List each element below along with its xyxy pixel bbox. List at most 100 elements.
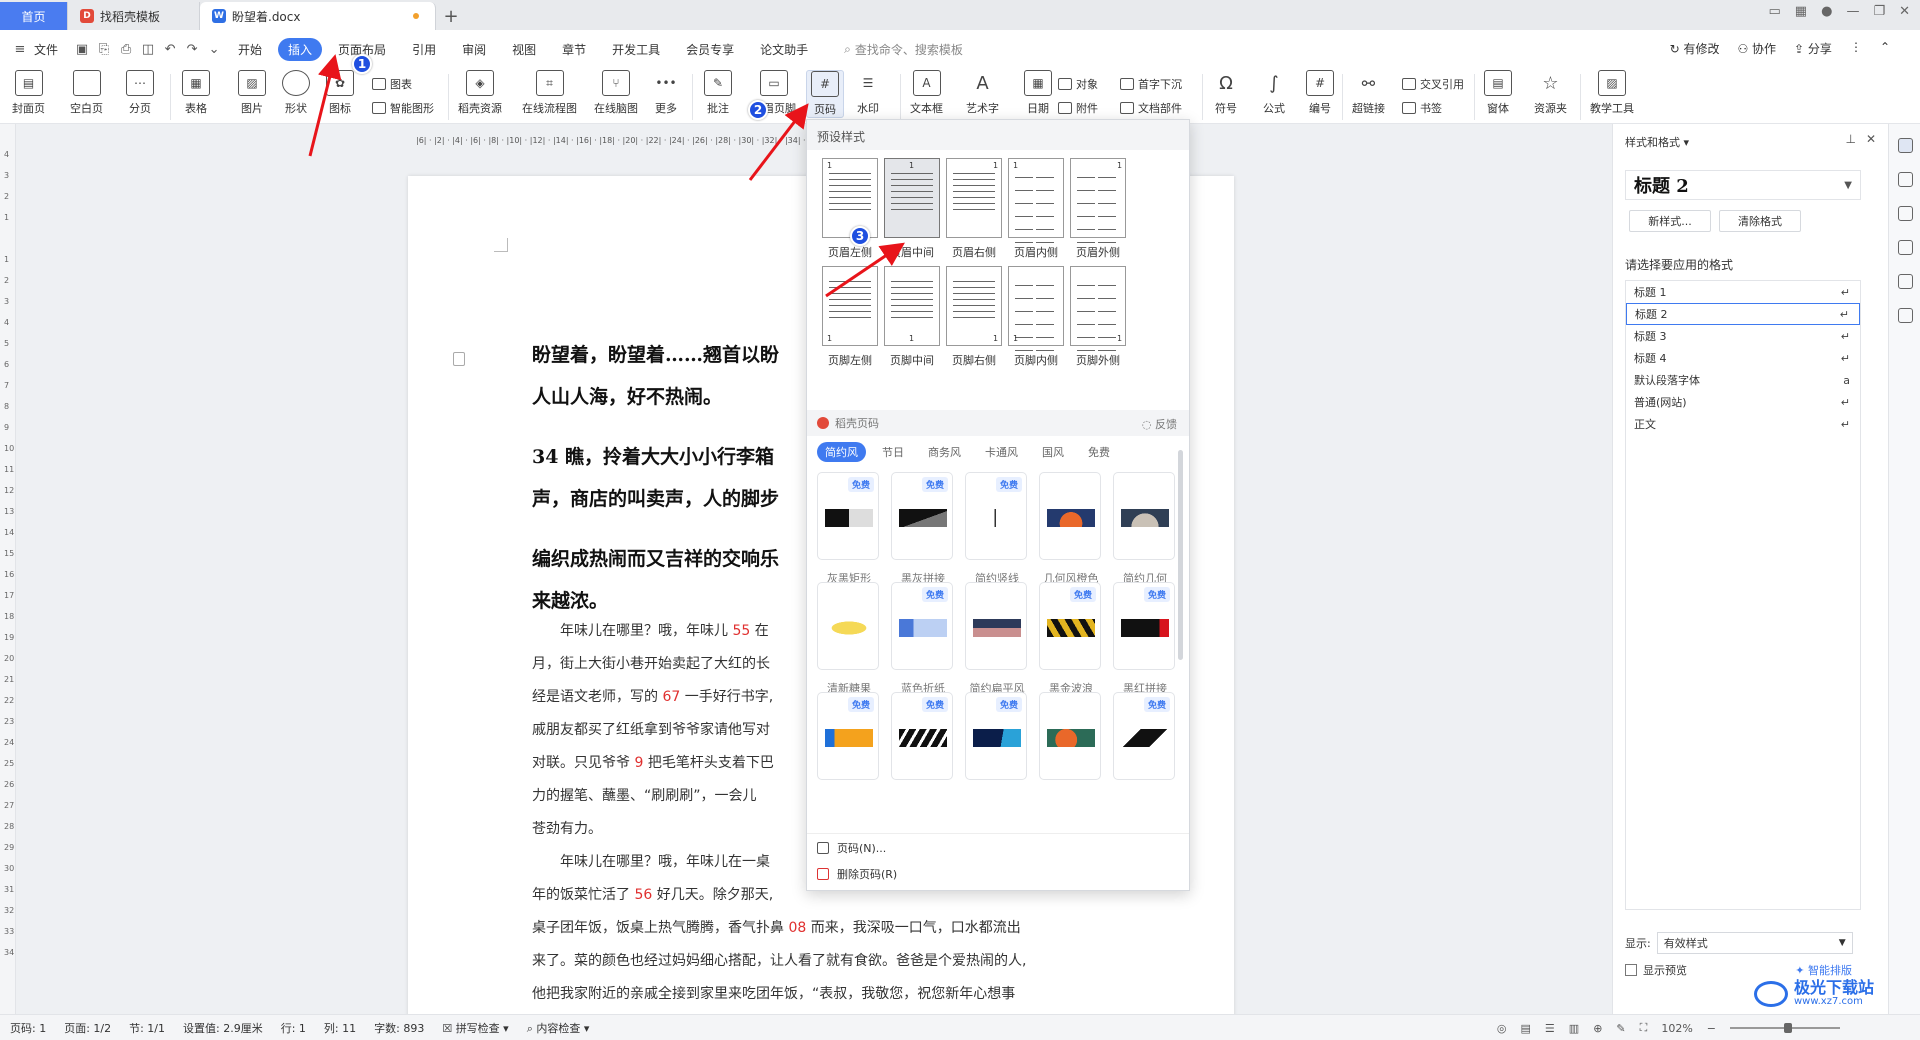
styles-pane-title[interactable]: 样式和格式 ▾ xyxy=(1625,134,1689,150)
menu-member[interactable]: 会员专享 xyxy=(676,38,744,61)
select-cursor-icon[interactable] xyxy=(1898,172,1913,187)
online-mindmap-button[interactable]: ⑂ 在线脑图 xyxy=(594,70,638,116)
category-tab[interactable]: 简约风 xyxy=(817,442,866,462)
symbol-button[interactable]: Ω 符号 xyxy=(1212,70,1240,116)
show-filter-select[interactable]: 有效样式 ▼ xyxy=(1656,932,1853,954)
footer-pagenum-preset[interactable]: 1 页脚内侧 xyxy=(1003,266,1069,368)
pagenum-template-card[interactable]: 免费 xyxy=(965,692,1029,790)
cover-page-button[interactable]: ▤ 封面页 xyxy=(12,70,45,116)
content-check-button[interactable]: ⌕ 内容检查 ▾ xyxy=(527,1020,590,1036)
picture-button[interactable]: ▨ 图片 xyxy=(238,70,266,116)
share-button[interactable]: ⇪ 分享 xyxy=(1794,40,1832,57)
formula-button[interactable]: ∫ 公式 xyxy=(1260,70,1288,116)
pagenum-template-card[interactable]: 免费 蓝色折纸 xyxy=(891,582,955,696)
page-view-icon[interactable]: ▤ xyxy=(1521,1022,1531,1035)
write-mode-icon[interactable]: ✎ xyxy=(1616,1022,1625,1035)
header-pagenum-preset[interactable]: 1 页眉右侧 xyxy=(941,158,1007,260)
menu-chapter[interactable]: 章节 xyxy=(552,38,596,61)
delete-page-number-item[interactable]: 删除页码(R) xyxy=(807,860,1189,888)
header-pagenum-preset[interactable]: 1 页眉内侧 xyxy=(1003,158,1069,260)
pagenum-template-card[interactable]: 简约扁平风 xyxy=(965,582,1029,696)
book-icon[interactable] xyxy=(1898,308,1913,323)
teaching-tools-button[interactable]: ▨ 教学工具 xyxy=(1590,70,1634,116)
page-break-button[interactable]: ⋯ 分页 xyxy=(126,70,154,116)
docer-resources-button[interactable]: ◈ 稻壳资源 xyxy=(458,70,502,116)
pagenum-template-card[interactable]: 免费 黑灰拼接 xyxy=(891,472,955,586)
paragraph-doc-icon[interactable] xyxy=(453,352,465,366)
category-tab[interactable]: 卡通风 xyxy=(977,442,1026,462)
new-tab-button[interactable]: + xyxy=(436,2,466,30)
bookmark-button[interactable]: 书签 xyxy=(1402,100,1442,116)
textbox-button[interactable]: A 文本框 xyxy=(910,70,943,116)
export-icon[interactable]: ⎘ xyxy=(96,41,112,57)
pagenum-template-card[interactable]: 免费 xyxy=(891,692,955,790)
attachment-button[interactable]: 附件 xyxy=(1058,100,1098,116)
picture-tool-icon[interactable] xyxy=(1898,240,1913,255)
drop-cap-button[interactable]: 首字下沉 xyxy=(1120,76,1182,92)
style-list-item[interactable]: 标题 4 ↵ xyxy=(1626,347,1860,369)
menu-developer[interactable]: 开发工具 xyxy=(602,38,670,61)
outline-view-icon[interactable]: ☰ xyxy=(1545,1022,1555,1035)
blank-page-button[interactable]: 空白页 xyxy=(70,70,103,116)
style-list-item[interactable]: 默认段落字体 a xyxy=(1626,369,1860,391)
footer-pagenum-preset[interactable]: 1 页脚左侧 xyxy=(817,266,883,368)
collapse-ribbon-icon[interactable]: ⌃ xyxy=(1880,40,1890,57)
date-button[interactable]: ▦ 日期 xyxy=(1024,70,1052,116)
command-search[interactable]: ⌕ 查找命令、搜索模板 xyxy=(844,41,963,58)
style-pen-icon[interactable] xyxy=(1898,138,1913,153)
redo-icon[interactable]: ↷ xyxy=(184,41,200,57)
header-pagenum-preset[interactable]: 1 页眉左侧 xyxy=(817,158,883,260)
grid-apps-icon[interactable]: ▦ xyxy=(1795,4,1807,19)
preview-checkbox[interactable] xyxy=(1625,964,1637,976)
comment-button[interactable]: ✎ 批注 xyxy=(704,70,732,116)
spell-check-button[interactable]: ☒ 拼写检查 ▾ xyxy=(442,1020,508,1036)
hamburger-icon[interactable]: ≡ xyxy=(12,41,28,57)
more-options-icon[interactable]: ⋮ xyxy=(1850,40,1862,57)
form-window-button[interactable]: ▤ 窗体 xyxy=(1484,70,1512,116)
style-list-item[interactable]: 标题 3 ↵ xyxy=(1626,325,1860,347)
status-words[interactable]: 字数: 893 xyxy=(374,1020,424,1036)
menu-insert[interactable]: 插入 xyxy=(278,37,323,61)
new-style-button[interactable]: 新样式... xyxy=(1629,210,1711,232)
footer-pagenum-preset[interactable]: 1 页脚右侧 xyxy=(941,266,1007,368)
save-icon[interactable]: ▣ xyxy=(74,41,90,57)
fit-page-icon[interactable]: ⛶ xyxy=(1640,1021,1648,1035)
print-preview-icon[interactable]: ◫ xyxy=(140,41,156,57)
customize-chevron-icon[interactable]: ⌄ xyxy=(206,41,222,57)
pagenum-template-card[interactable]: 免费 xyxy=(1113,692,1177,790)
menu-home[interactable]: 开始 xyxy=(228,38,272,61)
cross-reference-button[interactable]: 交叉引用 xyxy=(1402,76,1464,92)
minimize-icon[interactable]: — xyxy=(1846,4,1859,19)
print-icon[interactable]: ⎙ xyxy=(118,41,134,57)
close-icon[interactable]: ✕ xyxy=(1899,4,1910,19)
table-button[interactable]: ▦ 表格 xyxy=(182,70,210,116)
pagenum-template-card[interactable]: 清新糖果 xyxy=(817,582,881,696)
smartart-button[interactable]: 智能图形 xyxy=(372,100,434,116)
show-preview-toggle[interactable]: 显示预览 xyxy=(1625,962,1687,978)
more-button[interactable]: ••• 更多 xyxy=(652,70,680,116)
shape-button[interactable]: 形状 xyxy=(282,70,310,116)
status-pages[interactable]: 页面: 1/2 xyxy=(64,1020,111,1036)
style-list-item[interactable]: 普通(网站) ↵ xyxy=(1626,391,1860,413)
category-tab[interactable]: 国风 xyxy=(1034,442,1072,462)
page-number-settings-item[interactable]: 页码(N)... xyxy=(807,833,1189,861)
feedback-button[interactable]: ◌ 反馈 xyxy=(1142,416,1177,432)
style-list-item[interactable]: 标题 2 ↵ xyxy=(1626,303,1860,325)
footer-pagenum-preset[interactable]: 1 页脚外侧 xyxy=(1065,266,1131,368)
menu-review[interactable]: 审阅 xyxy=(452,38,496,61)
status-setting[interactable]: 设置值: 2.9厘米 xyxy=(183,1020,263,1036)
status-col[interactable]: 列: 11 xyxy=(324,1020,356,1036)
location-pin-icon[interactable] xyxy=(1898,274,1913,289)
category-tab[interactable]: 节日 xyxy=(874,442,912,462)
page-number-button[interactable]: # 页码 xyxy=(806,70,844,118)
read-view-icon[interactable]: ▥ xyxy=(1569,1022,1579,1035)
tab-docer-templates[interactable]: D 找稻壳模板 xyxy=(68,2,200,30)
avatar[interactable]: ● xyxy=(1821,4,1832,19)
pane-close-icon[interactable]: ✕ xyxy=(1866,132,1876,146)
menu-references[interactable]: 引用 xyxy=(402,38,446,61)
restore-icon[interactable]: ❐ xyxy=(1873,4,1885,19)
wordart-button[interactable]: A 艺术字 xyxy=(966,70,999,116)
web-view-icon[interactable]: ⊕ xyxy=(1593,1022,1602,1035)
tab-home[interactable]: 首页 xyxy=(0,2,68,30)
pagenum-template-card[interactable]: 免费 灰黑矩形 xyxy=(817,472,881,586)
